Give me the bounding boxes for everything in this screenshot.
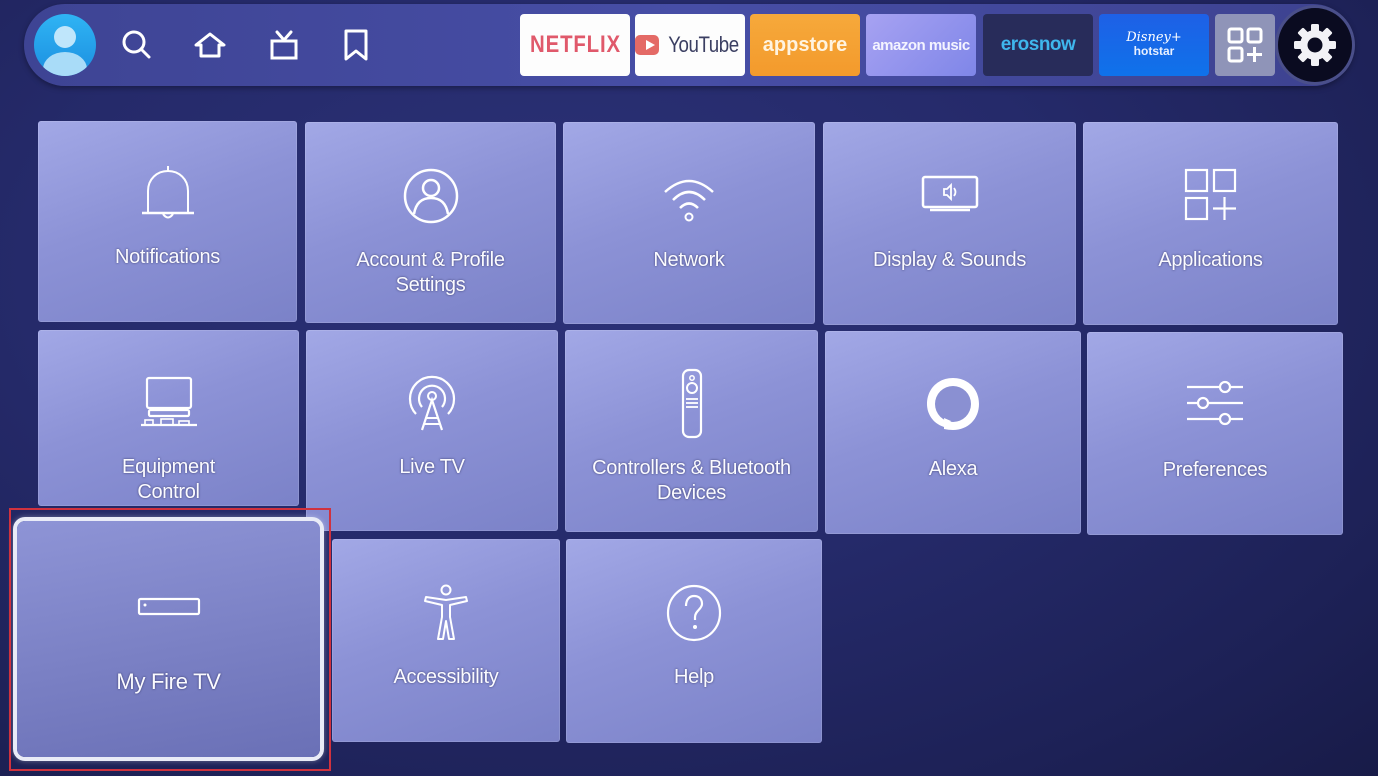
app-appstore[interactable]: appstore [750,14,860,76]
bell-icon [138,163,198,225]
settings-tile-live-tv[interactable]: Live TV [306,330,558,531]
tile-label-line-1: Equipment [122,456,215,478]
settings-tile-account-profile[interactable]: Account & Profile Settings [305,122,556,323]
settings-tile-my-fire-tv[interactable]: My Fire TV [17,521,320,757]
tile-label: Live TV [399,456,465,478]
tile-label-line-1: Controllers & Bluetooth [592,457,791,479]
erosnow-logo: erosnow [1000,34,1076,55]
accessibility-icon [422,583,470,643]
settings-tile-preferences[interactable]: Preferences [1087,332,1343,535]
settings-tile-equipment-control[interactable]: Equipment Control [38,330,299,506]
tile-label: Alexa [928,458,978,480]
appstore-logo: appstore [762,33,848,56]
app-disney-hotstar[interactable]: Disney+ hotstar [1099,14,1209,76]
app-netflix[interactable]: NETFLIX [520,14,630,76]
antenna-icon [404,372,460,434]
apps-grid-plus-icon [1227,27,1263,63]
tile-label: Preferences [1162,459,1268,481]
settings-tile-alexa[interactable]: Alexa [825,331,1081,534]
all-apps-button[interactable] [1215,14,1275,76]
settings-tile-applications[interactable]: Applications [1083,122,1338,325]
bookmark-icon [344,29,368,61]
amazon-music-logo: amazon music [872,36,970,54]
tile-label: Applications [1158,249,1263,271]
user-avatar-icon [43,26,87,76]
settings-tile-help[interactable]: Help [566,539,822,743]
search-icon [122,30,151,59]
sliders-icon [1185,378,1245,428]
tile-label: Network [653,249,725,271]
gear-icon [1294,24,1336,66]
tile-label: Equipment Control [38,455,299,505]
tile-label-line-2: Settings [395,274,466,296]
youtube-play-icon [635,35,660,55]
tile-label: Controllers & Bluetooth Devices [565,456,818,506]
tile-label: My Fire TV [116,669,221,694]
tile-label-line-2: Devices [656,482,727,504]
alexa-icon [924,375,982,435]
disney-logo: Disney+ [1126,30,1182,45]
app-youtube[interactable]: YouTube [635,14,745,76]
hotstar-logo: hotstar [1133,44,1175,58]
remote-icon [679,368,705,440]
settings-tile-notifications[interactable]: Notifications [38,121,297,322]
tile-label: Account & Profile Settings [305,248,556,298]
settings-tile-display-sounds[interactable]: Display & Sounds [823,122,1076,325]
settings-tile-controllers-bluetooth[interactable]: Controllers & Bluetooth Devices [565,330,818,532]
live-tv-button[interactable] [265,26,303,64]
tv-equipment-icon [139,374,199,430]
youtube-logo: YouTube [668,32,739,57]
settings-tile-network[interactable]: Network [563,122,815,324]
wifi-icon [659,172,719,224]
tile-label-line-2: Control [137,481,200,503]
tile-label: Help [674,666,714,688]
app-amazon-music[interactable]: amazon music [866,14,976,76]
help-icon [665,583,723,643]
settings-tile-accessibility[interactable]: Accessibility [332,539,560,742]
fire-tv-device-icon [137,597,201,617]
settings-button[interactable] [1278,8,1352,82]
app-erosnow[interactable]: erosnow [983,14,1093,76]
tile-label: Notifications [114,246,221,268]
display-speaker-icon [920,174,980,214]
tile-label: Accessibility [393,666,499,688]
tile-label-line-1: Account & Profile [356,249,505,271]
home-button[interactable] [191,26,229,64]
watchlist-button[interactable] [337,26,375,64]
profile-avatar[interactable] [34,14,96,76]
search-button[interactable] [118,26,156,64]
tile-label: Display & Sounds [872,249,1027,271]
apps-grid-plus-icon [1184,168,1238,222]
home-icon [194,32,226,58]
tv-icon [270,30,298,60]
top-navigation-bar: NETFLIX YouTube appstore amazon music er… [24,4,1354,86]
user-circle-icon [401,166,461,226]
netflix-logo: NETFLIX [529,31,621,58]
